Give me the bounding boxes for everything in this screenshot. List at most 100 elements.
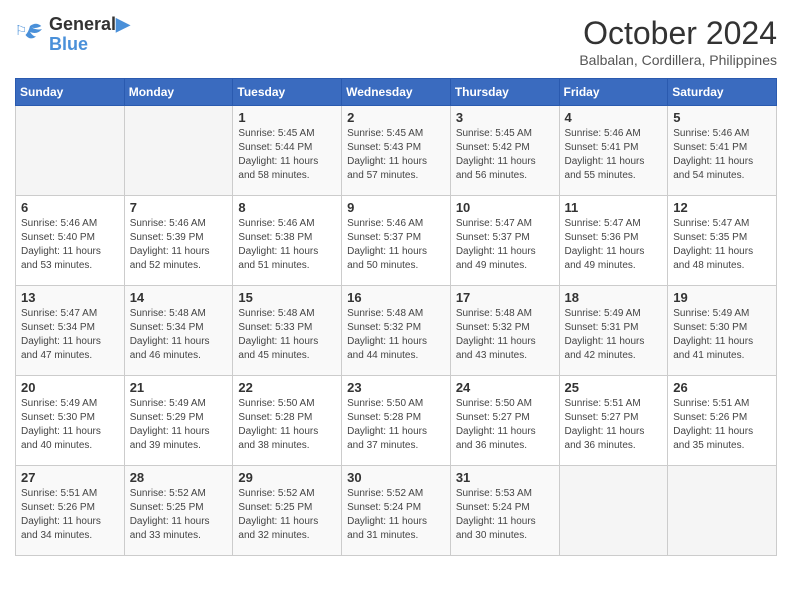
day-info: Sunrise: 5:47 AM Sunset: 5:34 PM Dayligh…	[21, 307, 119, 363]
calendar-cell	[124, 106, 233, 196]
day-info: Sunrise: 5:45 AM Sunset: 5:43 PM Dayligh…	[347, 127, 445, 183]
day-number: 10	[456, 200, 554, 215]
calendar-cell: 22 Sunrise: 5:50 AM Sunset: 5:28 PM Dayli…	[233, 376, 342, 466]
calendar-cell: 2Sunrise: 5:45 AM Sunset: 5:43 PM Daylig…	[342, 106, 451, 196]
calendar-cell: 4Sunrise: 5:46 AM Sunset: 5:41 PM Daylig…	[559, 106, 668, 196]
weekday-header: Wednesday	[342, 79, 451, 106]
calendar-cell: 11Sunrise: 5:47 AM Sunset: 5:36 PM Dayli…	[559, 196, 668, 286]
day-number: 26	[673, 380, 771, 395]
logo-icon: ⚐	[15, 20, 45, 50]
calendar-cell: 5Sunrise: 5:46 AM Sunset: 5:41 PM Daylig…	[668, 106, 777, 196]
day-number: 17	[456, 290, 554, 305]
calendar-cell: 12 Sunrise: 5:47 AM Sunset: 5:35 PM Dayli…	[668, 196, 777, 286]
day-info: Sunrise: 5:52 AM Sunset: 5:25 PM Dayligh…	[130, 487, 228, 543]
day-number: 13	[21, 290, 119, 305]
day-number: 29	[238, 470, 336, 485]
day-number: 28	[130, 470, 228, 485]
title-block: October 2024 Balbalan, Cordillera, Phili…	[579, 15, 777, 68]
day-info: Sunrise: 5:51 AM Sunset: 5:27 PM Dayligh…	[565, 397, 663, 453]
day-info: Sunrise: 5:50 AM Sunset: 5:28 PM Dayligh…	[347, 397, 445, 453]
day-info: Sunrise: 5:49 AM Sunset: 5:29 PM Dayligh…	[130, 397, 228, 453]
day-number: 11	[565, 200, 663, 215]
calendar-cell	[668, 466, 777, 556]
calendar-cell: 25 Sunrise: 5:51 AM Sunset: 5:27 PM Dayli…	[559, 376, 668, 466]
calendar-cell: 1Sunrise: 5:45 AM Sunset: 5:44 PM Daylig…	[233, 106, 342, 196]
calendar-week-row: 1Sunrise: 5:45 AM Sunset: 5:44 PM Daylig…	[16, 106, 777, 196]
day-info: Sunrise: 5:52 AM Sunset: 5:25 PM Dayligh…	[238, 487, 336, 543]
day-info: Sunrise: 5:46 AM Sunset: 5:40 PM Dayligh…	[21, 217, 119, 273]
month-title: October 2024	[579, 15, 777, 52]
calendar-cell	[16, 106, 125, 196]
day-number: 31	[456, 470, 554, 485]
logo: ⚐ General▶ Blue	[15, 15, 130, 55]
day-number: 23	[347, 380, 445, 395]
day-number: 1	[238, 110, 336, 125]
svg-text:⚐: ⚐	[15, 23, 27, 38]
calendar-cell: 26 Sunrise: 5:51 AM Sunset: 5:26 PM Dayli…	[668, 376, 777, 466]
day-info: Sunrise: 5:49 AM Sunset: 5:30 PM Dayligh…	[21, 397, 119, 453]
day-info: Sunrise: 5:48 AM Sunset: 5:32 PM Dayligh…	[456, 307, 554, 363]
calendar-week-row: 6 Sunrise: 5:46 AM Sunset: 5:40 PM Daylig…	[16, 196, 777, 286]
day-number: 18	[565, 290, 663, 305]
weekday-header: Monday	[124, 79, 233, 106]
day-number: 19	[673, 290, 771, 305]
day-number: 30	[347, 470, 445, 485]
day-info: Sunrise: 5:49 AM Sunset: 5:30 PM Dayligh…	[673, 307, 771, 363]
day-info: Sunrise: 5:48 AM Sunset: 5:33 PM Dayligh…	[238, 307, 336, 363]
day-number: 20	[21, 380, 119, 395]
day-number: 3	[456, 110, 554, 125]
day-info: Sunrise: 5:52 AM Sunset: 5:24 PM Dayligh…	[347, 487, 445, 543]
day-info: Sunrise: 5:53 AM Sunset: 5:24 PM Dayligh…	[456, 487, 554, 543]
day-number: 22	[238, 380, 336, 395]
calendar-cell: 14Sunrise: 5:48 AM Sunset: 5:34 PM Dayli…	[124, 286, 233, 376]
calendar-header: SundayMondayTuesdayWednesdayThursdayFrid…	[16, 79, 777, 106]
calendar-cell: 23 Sunrise: 5:50 AM Sunset: 5:28 PM Dayli…	[342, 376, 451, 466]
calendar-cell: 31 Sunrise: 5:53 AM Sunset: 5:24 PM Dayli…	[450, 466, 559, 556]
day-info: Sunrise: 5:51 AM Sunset: 5:26 PM Dayligh…	[21, 487, 119, 543]
day-info: Sunrise: 5:50 AM Sunset: 5:27 PM Dayligh…	[456, 397, 554, 453]
calendar-week-row: 13 Sunrise: 5:47 AM Sunset: 5:34 PM Dayli…	[16, 286, 777, 376]
day-number: 25	[565, 380, 663, 395]
day-number: 21	[130, 380, 228, 395]
day-info: Sunrise: 5:51 AM Sunset: 5:26 PM Dayligh…	[673, 397, 771, 453]
day-info: Sunrise: 5:47 AM Sunset: 5:35 PM Dayligh…	[673, 217, 771, 273]
day-number: 6	[21, 200, 119, 215]
calendar-cell	[559, 466, 668, 556]
calendar-cell: 28 Sunrise: 5:52 AM Sunset: 5:25 PM Dayli…	[124, 466, 233, 556]
day-info: Sunrise: 5:46 AM Sunset: 5:41 PM Dayligh…	[673, 127, 771, 183]
weekday-header: Thursday	[450, 79, 559, 106]
calendar-week-row: 27Sunrise: 5:51 AM Sunset: 5:26 PM Dayli…	[16, 466, 777, 556]
calendar-cell: 15Sunrise: 5:48 AM Sunset: 5:33 PM Dayli…	[233, 286, 342, 376]
calendar-cell: 18 Sunrise: 5:49 AM Sunset: 5:31 PM Dayli…	[559, 286, 668, 376]
day-number: 12	[673, 200, 771, 215]
day-number: 16	[347, 290, 445, 305]
day-info: Sunrise: 5:46 AM Sunset: 5:38 PM Dayligh…	[238, 217, 336, 273]
day-number: 8	[238, 200, 336, 215]
calendar-week-row: 20 Sunrise: 5:49 AM Sunset: 5:30 PM Dayli…	[16, 376, 777, 466]
calendar-table: SundayMondayTuesdayWednesdayThursdayFrid…	[15, 78, 777, 556]
calendar-cell: 13 Sunrise: 5:47 AM Sunset: 5:34 PM Dayli…	[16, 286, 125, 376]
page-header: ⚐ General▶ Blue October 2024 Balbalan, C…	[15, 15, 777, 68]
calendar-cell: 9Sunrise: 5:46 AM Sunset: 5:37 PM Daylig…	[342, 196, 451, 286]
calendar-cell: 27Sunrise: 5:51 AM Sunset: 5:26 PM Dayli…	[16, 466, 125, 556]
day-number: 14	[130, 290, 228, 305]
day-info: Sunrise: 5:49 AM Sunset: 5:31 PM Dayligh…	[565, 307, 663, 363]
day-info: Sunrise: 5:50 AM Sunset: 5:28 PM Dayligh…	[238, 397, 336, 453]
logo-text: General▶ Blue	[49, 15, 130, 55]
day-info: Sunrise: 5:47 AM Sunset: 5:37 PM Dayligh…	[456, 217, 554, 273]
day-number: 24	[456, 380, 554, 395]
calendar-cell: 19 Sunrise: 5:49 AM Sunset: 5:30 PM Dayli…	[668, 286, 777, 376]
calendar-cell: 6 Sunrise: 5:46 AM Sunset: 5:40 PM Daylig…	[16, 196, 125, 286]
day-info: Sunrise: 5:46 AM Sunset: 5:37 PM Dayligh…	[347, 217, 445, 273]
weekday-header: Sunday	[16, 79, 125, 106]
calendar-cell: 17 Sunrise: 5:48 AM Sunset: 5:32 PM Dayli…	[450, 286, 559, 376]
day-info: Sunrise: 5:48 AM Sunset: 5:32 PM Dayligh…	[347, 307, 445, 363]
weekday-header: Friday	[559, 79, 668, 106]
location-subtitle: Balbalan, Cordillera, Philippines	[579, 52, 777, 68]
calendar-cell: 20 Sunrise: 5:49 AM Sunset: 5:30 PM Dayli…	[16, 376, 125, 466]
day-info: Sunrise: 5:46 AM Sunset: 5:39 PM Dayligh…	[130, 217, 228, 273]
day-number: 7	[130, 200, 228, 215]
weekday-header: Saturday	[668, 79, 777, 106]
day-number: 4	[565, 110, 663, 125]
calendar-cell: 29 Sunrise: 5:52 AM Sunset: 5:25 PM Dayli…	[233, 466, 342, 556]
